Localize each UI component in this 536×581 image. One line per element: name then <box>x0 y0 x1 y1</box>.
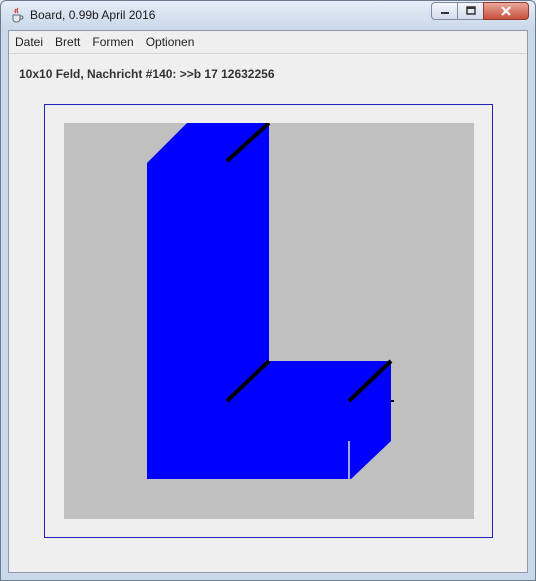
java-cup-icon <box>12 7 24 23</box>
menu-optionen[interactable]: Optionen <box>140 31 201 53</box>
close-button[interactable] <box>483 2 529 20</box>
menu-brett[interactable]: Brett <box>49 31 86 53</box>
minimize-button[interactable] <box>431 2 457 20</box>
board-canvas[interactable] <box>64 123 474 519</box>
menu-bar: Datei Brett Formen Optionen <box>9 31 527 54</box>
minimize-icon <box>440 12 449 14</box>
menu-formen[interactable]: Formen <box>86 31 139 53</box>
maximize-icon <box>465 6 476 15</box>
application-window: Board, 0.99b April 2016 Datei Brett Form… <box>0 0 536 581</box>
window-title: Board, 0.99b April 2016 <box>30 8 156 22</box>
block-top-edge <box>227 123 269 125</box>
window-controls <box>431 2 529 21</box>
maximize-button[interactable] <box>457 2 483 20</box>
menu-datei[interactable]: Datei <box>9 31 49 53</box>
status-message: 10x10 Feld, Nachricht #140: >>b 17 12632… <box>19 67 275 81</box>
title-bar[interactable]: Board, 0.99b April 2016 <box>1 1 535 29</box>
close-icon <box>501 6 511 16</box>
client-area: Datei Brett Formen Optionen 10x10 Feld, … <box>8 30 528 573</box>
